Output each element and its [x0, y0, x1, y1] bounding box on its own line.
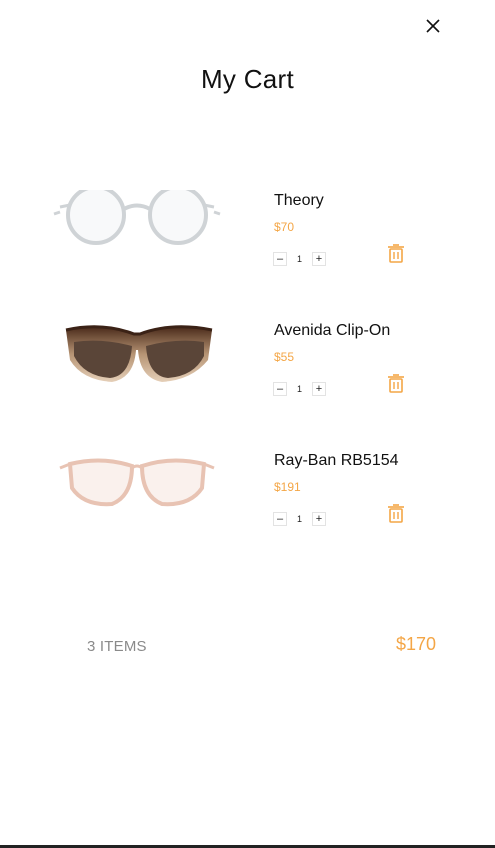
decrement-button[interactable]: – [273, 252, 287, 266]
increment-button[interactable]: + [312, 512, 326, 526]
product-name[interactable]: Theory [274, 192, 324, 210]
quantity-value: 1 [296, 254, 302, 264]
decrement-button[interactable]: – [273, 382, 287, 396]
quantity-stepper: – 1 + [273, 382, 326, 396]
trash-icon[interactable] [386, 242, 406, 264]
cart-total: $170 [395, 634, 436, 654]
increment-button[interactable]: + [312, 382, 326, 396]
quantity-value: 1 [296, 384, 302, 394]
cart-item: Avenida Clip-On $55 – 1 + [0, 320, 495, 430]
product-price: $191 [274, 480, 301, 494]
product-image-glasses [65, 325, 213, 382]
product-price: $55 [274, 350, 295, 364]
decrement-button[interactable]: – [273, 512, 287, 526]
increment-button[interactable]: + [312, 252, 326, 266]
quantity-stepper: – 1 + [273, 252, 326, 266]
trash-icon[interactable] [386, 502, 406, 524]
cart-item: Ray-Ban RB5154 $191 – 1 + [0, 450, 495, 560]
product-name[interactable]: Ray-Ban RB5154 [274, 452, 399, 470]
product-name[interactable]: Avenida Clip-On [274, 322, 390, 340]
cart-item: Theory $70 – 1 + [0, 190, 495, 300]
product-price: $70 [274, 220, 295, 234]
page-title: My Cart [200, 64, 295, 94]
product-image-glasses [59, 458, 215, 507]
quantity-value: 1 [296, 514, 302, 524]
close-icon[interactable] [422, 15, 444, 37]
items-count: 3 ITEMS [87, 638, 147, 655]
product-image-glasses [53, 190, 221, 245]
trash-icon[interactable] [386, 372, 406, 394]
quantity-stepper: – 1 + [273, 512, 326, 526]
